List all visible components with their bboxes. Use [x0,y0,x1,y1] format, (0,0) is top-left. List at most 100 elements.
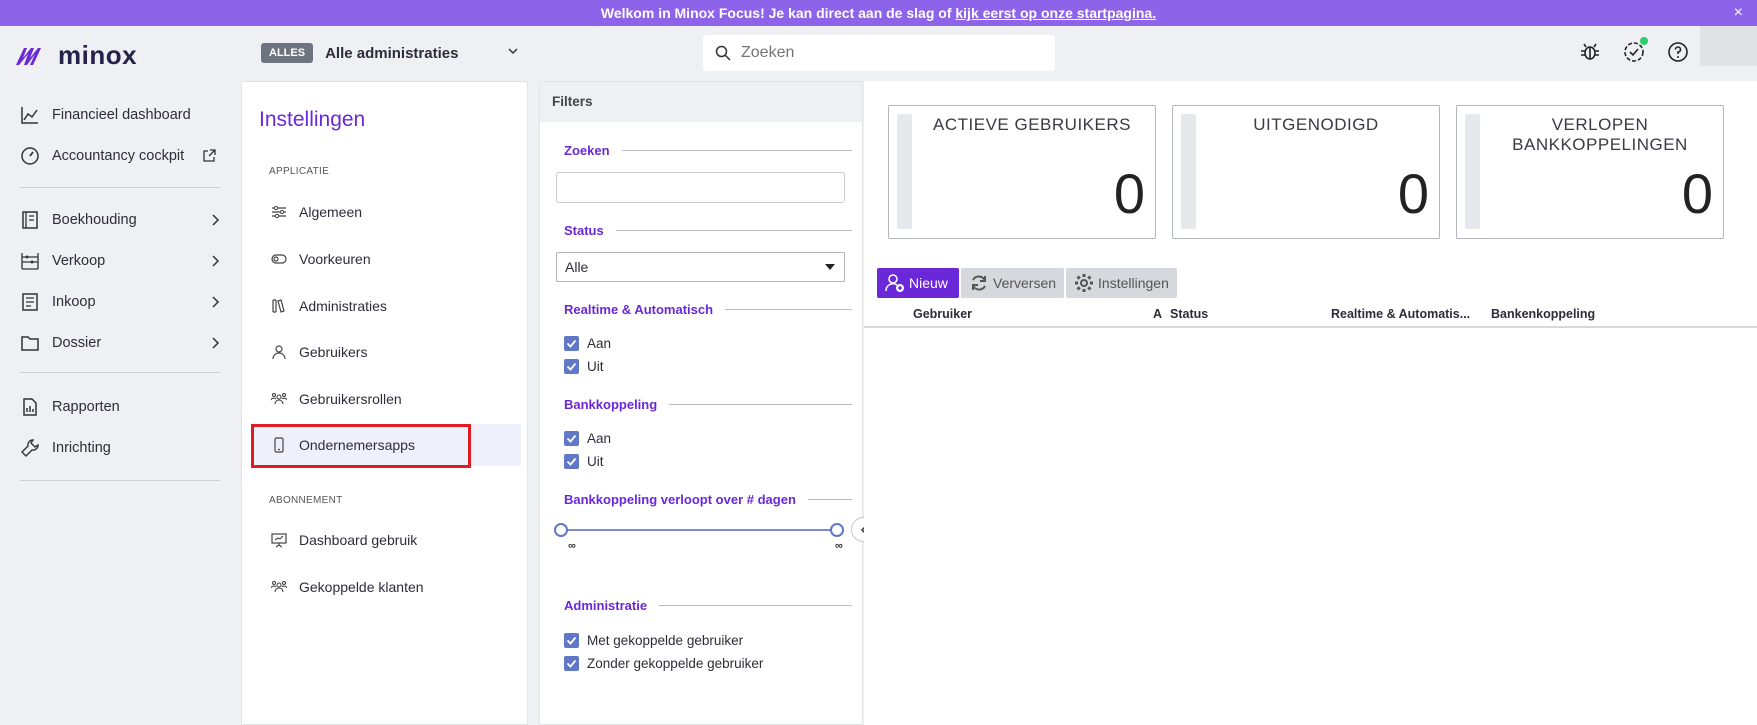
top-icons [1578,37,1690,64]
bank-on-checkbox[interactable]: Aan [564,429,611,447]
settings-item-gebruikersrollen[interactable]: Gebruikersrollen [251,378,521,420]
stat-value: 0 [1397,162,1429,225]
status-select-value: Alle [565,259,589,275]
new-button[interactable]: Nieuw [877,268,959,298]
report-icon [23,398,37,416]
nav-item-verkoop[interactable]: Verkoop [20,246,220,276]
users-group-icon [271,580,287,593]
expire-slider-max-handle[interactable] [830,523,844,537]
filters-header: Filters [540,82,862,122]
settings-panel: Instellingen APPLICATIE Algemeen Voorkeu… [241,81,528,725]
filter-search-input[interactable] [556,172,845,203]
filter-group-bankkoppeling: Bankkoppeling [564,397,852,412]
column-header-bankenkoppeling[interactable]: Bankenkoppeling [1491,307,1595,321]
settings-item-ondernemersapps[interactable]: Ondernemersapps [251,424,521,468]
settings-button[interactable]: Instellingen [1066,268,1177,298]
filter-label: Zoeken [564,143,610,158]
bug-icon[interactable] [1578,40,1602,64]
settings-item-dashboard-gebruik[interactable]: Dashboard gebruik [251,519,521,561]
settings-item-label: Voorkeuren [299,251,371,267]
banner-startpage-link[interactable]: kijk eerst op onze startpagina. [955,5,1156,21]
stat-title: ACTIEVE GEBRUIKERS [933,115,1131,134]
sliders-icon [272,205,286,219]
stat-title: UITGENODIGD [1253,115,1379,134]
filter-group-zoeken: Zoeken [564,143,852,158]
status-select[interactable]: Alle [556,252,845,282]
column-header-gebruiker[interactable]: Gebruiker [913,307,972,321]
filters-panel: Filters Zoeken Status Alle Realtime & Au… [539,81,863,725]
tasks-check-icon[interactable] [1622,37,1648,64]
bank-off-checkbox[interactable]: Uit [564,452,604,470]
top-bar: minox ALLES Alle administraties [0,26,1757,80]
settings-item-algemeen[interactable]: Algemeen [251,191,521,233]
column-header-realtime[interactable]: Realtime & Automatis... [1331,307,1470,321]
realtime-off-checkbox[interactable]: Uit [564,357,604,375]
chevron-right-icon [212,214,220,226]
table-header: Gebruiker A Status Realtime & Automatis.… [864,298,1757,328]
avatar[interactable] [1700,26,1757,66]
refresh-icon [972,275,986,291]
checkbox-checked-icon [564,335,579,351]
selection-highlight [251,424,471,468]
ledger-icon [22,211,38,229]
minox-logo[interactable]: minox [14,40,137,71]
column-header-a[interactable]: A [1153,307,1162,321]
new-button-label: Nieuw [909,275,948,291]
receipt-icon [22,293,38,311]
filter-label: Status [564,223,604,238]
presentation-icon [271,533,287,548]
expire-slider-min-handle[interactable] [554,523,568,537]
search-box[interactable] [703,35,1055,71]
nav-item-inrichting[interactable]: Inrichting [20,433,220,463]
settings-item-gebruikers[interactable]: Gebruikers [251,331,521,373]
stat-card-bar [897,114,912,229]
refresh-button-label: Verversen [993,275,1057,291]
nav-item-accountancy-cockpit[interactable]: Accountancy cockpit [20,141,220,171]
checkbox-checked-icon [564,655,579,671]
chart-icon [21,107,38,124]
settings-item-administraties[interactable]: Administraties [251,285,521,327]
nav-item-financieel-dashboard[interactable]: Financieel dashboard [20,100,220,130]
banner-close-icon[interactable]: × [1734,0,1743,26]
nav-item-rapporten[interactable]: Rapporten [20,392,220,422]
search-input[interactable] [741,44,1041,62]
column-header-status[interactable]: Status [1170,307,1208,321]
nav-label: Inkoop [52,294,96,310]
checkbox-checked-icon [564,453,579,469]
nav-item-inkoop[interactable]: Inkoop [20,287,220,317]
realtime-on-checkbox[interactable]: Aan [564,334,611,352]
checkbox-label: Uit [587,358,604,374]
checkbox-checked-icon [564,358,579,374]
chevron-right-icon [212,296,220,308]
logo-text: minox [58,40,138,70]
toggle-icon [271,254,287,264]
settings-item-label: Dashboard gebruik [299,532,418,548]
stat-title: VERLOPEN BANKKOPPELINGEN [1512,115,1688,154]
chevron-right-icon [212,337,220,349]
settings-item-voorkeuren[interactable]: Voorkeuren [251,238,521,280]
settings-item-label: Administraties [299,298,387,314]
stat-card-invited: UITGENODIGD 0 [1172,105,1440,239]
stat-value: 0 [1113,162,1145,225]
abacus-icon [21,253,39,270]
expire-slider-track[interactable] [562,529,838,531]
gear-icon [1075,274,1094,292]
stat-card-bar [1181,114,1196,229]
admin-without-user-checkbox[interactable]: Zonder gekoppelde gebruiker [564,654,763,672]
nav-item-dossier[interactable]: Dossier [20,328,220,358]
nav-item-boekhouding[interactable]: Boekhouding [20,205,220,235]
nav-label: Boekhouding [52,212,137,228]
help-icon[interactable] [1666,40,1690,64]
settings-item-gekoppelde-klanten[interactable]: Gekoppelde klanten [251,566,521,608]
nav-divider [20,480,220,481]
filter-label: Realtime & Automatisch [564,302,714,317]
section-label-applicatie: APPLICATIE [269,166,330,177]
left-navigation: Financieel dashboard Accountancy cockpit… [0,80,240,725]
administration-selector[interactable]: ALLES Alle administraties [261,40,518,66]
admin-with-user-checkbox[interactable]: Met gekoppelde gebruiker [564,631,743,649]
toolbar: Nieuw Verversen Instellingen [877,268,1177,298]
refresh-button[interactable]: Verversen [961,268,1065,298]
nav-label: Accountancy cockpit [52,148,185,164]
users-group-icon [271,392,287,405]
settings-button-label: Instellingen [1098,275,1169,291]
